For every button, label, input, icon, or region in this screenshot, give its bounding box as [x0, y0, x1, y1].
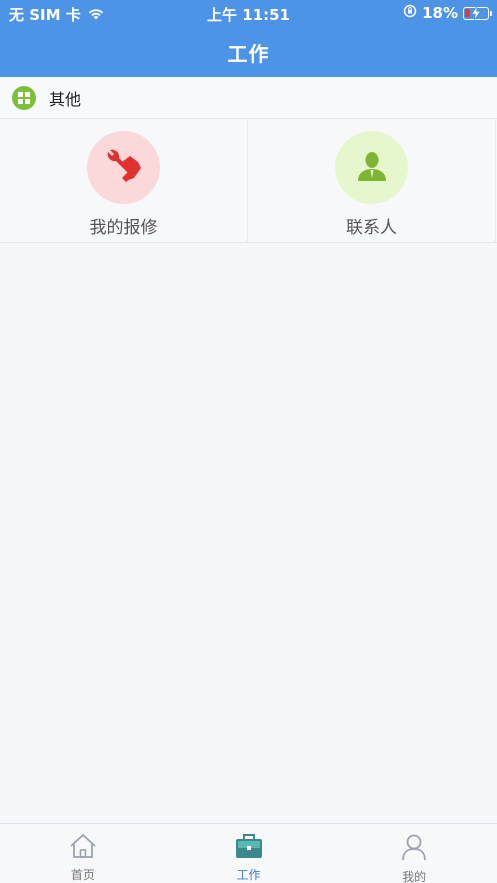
function-grid: 我的报修 联系人 [0, 119, 497, 243]
status-bar: 无 SIM 卡 上午 11:51 18% [0, 0, 497, 26]
tab-mine[interactable]: 我的 [331, 824, 497, 883]
battery-percent: 18% [422, 4, 458, 22]
work-screen: 无 SIM 卡 上午 11:51 18% 工作 其他 我的报修 联系人 首页 工… [0, 0, 497, 883]
section-header-other: 其他 [0, 77, 497, 119]
section-label: 其他 [49, 89, 82, 109]
tab-label: 我的 [402, 870, 427, 883]
repair-icon-circle [87, 131, 160, 204]
user-icon [400, 833, 428, 865]
app-header: 无 SIM 卡 上午 11:51 18% 工作 [0, 0, 497, 77]
grid-item-label: 联系人 [346, 218, 397, 238]
contacts-icon-circle [335, 131, 408, 204]
briefcase-icon [235, 833, 263, 863]
tab-bar: 首页 工作 我的 [0, 823, 497, 883]
status-right: 18% [403, 4, 492, 22]
wrench-handshake-icon [104, 148, 144, 188]
home-icon [69, 833, 97, 863]
grid-item-my-repairs[interactable]: 我的报修 [0, 119, 248, 243]
person-icon [355, 149, 389, 187]
tab-label: 工作 [236, 868, 261, 882]
grid-item-contacts[interactable]: 联系人 [248, 119, 496, 243]
tab-home[interactable]: 首页 [0, 824, 166, 883]
page-title: 工作 [227, 42, 270, 66]
grid-item-label: 我的报修 [89, 218, 158, 238]
tab-label: 首页 [70, 868, 95, 882]
tab-work[interactable]: 工作 [166, 824, 332, 883]
rotation-lock-icon [403, 4, 417, 22]
battery-icon [463, 5, 492, 20]
grid-icon [12, 85, 36, 110]
